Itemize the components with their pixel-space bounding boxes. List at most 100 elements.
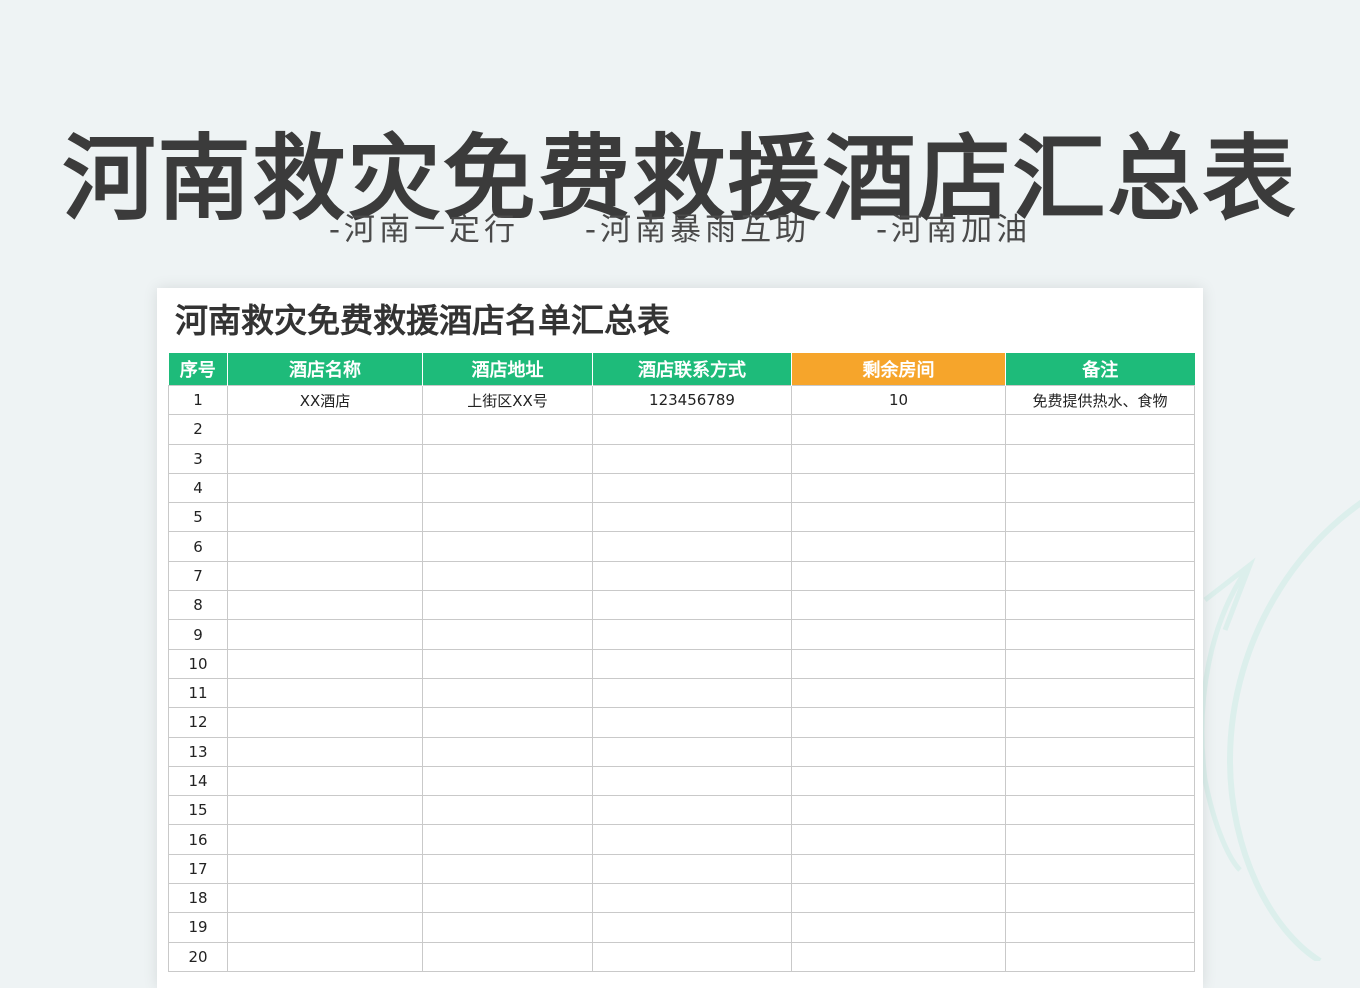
cell-remarks[interactable] <box>1005 736 1195 767</box>
cell-hotel-name[interactable] <box>227 590 423 621</box>
cell-hotel-contact[interactable] <box>592 531 792 562</box>
cell-hotel-name[interactable] <box>227 502 423 533</box>
cell-index[interactable]: 6 <box>168 531 228 562</box>
cell-index[interactable]: 12 <box>168 707 228 738</box>
cell-remaining-rooms[interactable] <box>791 502 1006 533</box>
cell-hotel-address[interactable] <box>422 707 593 738</box>
cell-index[interactable]: 17 <box>168 853 228 885</box>
cell-remaining-rooms[interactable] <box>791 560 1006 592</box>
cell-index[interactable]: 2 <box>168 414 228 445</box>
cell-remarks[interactable] <box>1005 707 1195 738</box>
cell-remaining-rooms[interactable] <box>791 707 1006 738</box>
cell-hotel-address[interactable] <box>422 677 593 709</box>
cell-remarks[interactable] <box>1005 590 1195 621</box>
cell-remaining-rooms[interactable] <box>791 941 1006 972</box>
cell-hotel-name[interactable] <box>227 795 423 826</box>
header-hotel-contact[interactable]: 酒店联系方式 <box>592 353 792 386</box>
cell-remarks[interactable] <box>1005 883 1195 914</box>
cell-remarks[interactable] <box>1005 795 1195 826</box>
cell-hotel-contact[interactable] <box>592 795 792 826</box>
cell-hotel-address[interactable] <box>422 590 593 621</box>
cell-remaining-rooms[interactable] <box>791 590 1006 621</box>
cell-hotel-name[interactable] <box>227 443 423 474</box>
cell-hotel-address[interactable] <box>422 883 593 914</box>
cell-hotel-address[interactable] <box>422 912 593 943</box>
cell-hotel-address[interactable] <box>422 648 593 679</box>
cell-hotel-name[interactable] <box>227 414 423 445</box>
cell-index[interactable]: 13 <box>168 736 228 767</box>
cell-hotel-name[interactable] <box>227 707 423 738</box>
cell-hotel-address[interactable] <box>422 414 593 445</box>
header-hotel-name[interactable]: 酒店名称 <box>227 353 423 386</box>
cell-hotel-contact[interactable] <box>592 765 792 797</box>
cell-hotel-contact[interactable]: 123456789 <box>592 384 792 416</box>
cell-remaining-rooms[interactable] <box>791 853 1006 885</box>
cell-remarks[interactable] <box>1005 502 1195 533</box>
cell-hotel-name[interactable] <box>227 736 423 767</box>
cell-hotel-contact[interactable] <box>592 472 792 504</box>
cell-remaining-rooms[interactable] <box>791 472 1006 504</box>
cell-hotel-name[interactable] <box>227 648 423 679</box>
cell-hotel-name[interactable] <box>227 765 423 797</box>
cell-hotel-contact[interactable] <box>592 560 792 592</box>
cell-remaining-rooms[interactable] <box>791 677 1006 709</box>
cell-hotel-contact[interactable] <box>592 502 792 533</box>
cell-remarks[interactable] <box>1005 912 1195 943</box>
cell-remarks[interactable] <box>1005 414 1195 445</box>
cell-remarks[interactable] <box>1005 648 1195 679</box>
cell-hotel-name[interactable] <box>227 619 423 650</box>
cell-remarks[interactable] <box>1005 560 1195 592</box>
cell-hotel-address[interactable] <box>422 824 593 855</box>
cell-remarks[interactable] <box>1005 765 1195 797</box>
cell-remaining-rooms[interactable] <box>791 648 1006 679</box>
cell-index[interactable]: 14 <box>168 765 228 797</box>
cell-hotel-name[interactable] <box>227 824 423 855</box>
cell-remaining-rooms[interactable] <box>791 795 1006 826</box>
cell-hotel-address[interactable] <box>422 736 593 767</box>
cell-index[interactable]: 16 <box>168 824 228 855</box>
cell-hotel-name[interactable] <box>227 560 423 592</box>
cell-hotel-address[interactable] <box>422 619 593 650</box>
cell-hotel-contact[interactable] <box>592 414 792 445</box>
cell-index[interactable]: 9 <box>168 619 228 650</box>
cell-remaining-rooms[interactable] <box>791 619 1006 650</box>
cell-index[interactable]: 15 <box>168 795 228 826</box>
cell-hotel-contact[interactable] <box>592 590 792 621</box>
cell-index[interactable]: 5 <box>168 502 228 533</box>
cell-remaining-rooms[interactable] <box>791 765 1006 797</box>
cell-hotel-name[interactable] <box>227 883 423 914</box>
cell-index[interactable]: 18 <box>168 883 228 914</box>
cell-hotel-contact[interactable] <box>592 853 792 885</box>
cell-hotel-contact[interactable] <box>592 648 792 679</box>
cell-hotel-contact[interactable] <box>592 619 792 650</box>
cell-hotel-contact[interactable] <box>592 443 792 474</box>
cell-remarks[interactable] <box>1005 531 1195 562</box>
cell-hotel-address[interactable] <box>422 531 593 562</box>
cell-remaining-rooms[interactable] <box>791 443 1006 474</box>
cell-hotel-address[interactable] <box>422 443 593 474</box>
cell-index[interactable]: 20 <box>168 941 228 972</box>
cell-hotel-contact[interactable] <box>592 707 792 738</box>
cell-remarks[interactable] <box>1005 677 1195 709</box>
cell-remarks[interactable] <box>1005 824 1195 855</box>
cell-index[interactable]: 10 <box>168 648 228 679</box>
cell-remarks[interactable] <box>1005 443 1195 474</box>
cell-hotel-address[interactable] <box>422 502 593 533</box>
cell-hotel-address[interactable] <box>422 472 593 504</box>
cell-index[interactable]: 4 <box>168 472 228 504</box>
cell-hotel-name[interactable]: XX酒店 <box>227 384 423 416</box>
cell-remaining-rooms[interactable] <box>791 912 1006 943</box>
cell-remaining-rooms[interactable]: 10 <box>791 384 1006 416</box>
header-remaining-rooms[interactable]: 剩余房间 <box>791 353 1006 386</box>
cell-hotel-contact[interactable] <box>592 736 792 767</box>
cell-hotel-address[interactable] <box>422 560 593 592</box>
cell-hotel-address[interactable] <box>422 765 593 797</box>
cell-remarks[interactable] <box>1005 619 1195 650</box>
cell-hotel-name[interactable] <box>227 941 423 972</box>
cell-remaining-rooms[interactable] <box>791 531 1006 562</box>
cell-remarks[interactable] <box>1005 853 1195 885</box>
header-hotel-address[interactable]: 酒店地址 <box>422 353 593 386</box>
cell-remaining-rooms[interactable] <box>791 736 1006 767</box>
cell-hotel-name[interactable] <box>227 677 423 709</box>
cell-remarks[interactable]: 免费提供热水、食物 <box>1005 384 1195 416</box>
